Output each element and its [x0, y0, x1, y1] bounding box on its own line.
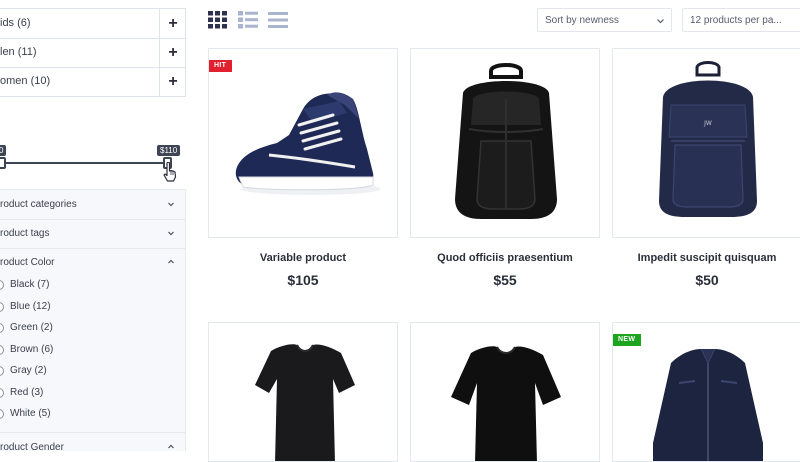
product-card[interactable]: JW	[612, 48, 800, 238]
accordion-label[interactable]: roduct Gender	[0, 442, 64, 453]
expand-plus-icon[interactable]: +	[159, 67, 186, 96]
color-option-label[interactable]: Green (2)	[10, 322, 53, 333]
sort-select[interactable]: Sort by newness	[537, 8, 672, 32]
accordion-product-color[interactable]: roduct Color Black (7) Blue (12) Green (…	[0, 248, 185, 433]
category-item-women[interactable]: omen (10) +	[0, 67, 185, 96]
product-card[interactable]: NEW	[612, 322, 800, 462]
expand-plus-icon[interactable]: +	[159, 9, 186, 38]
sidebar: ids (6) + len (11) + omen (10) + 0 $110 …	[0, 0, 186, 453]
category-label[interactable]: omen (10)	[0, 75, 50, 87]
list-view-icon[interactable]	[238, 11, 258, 29]
product-price: $55	[493, 272, 517, 288]
color-option-label[interactable]: Blue (12)	[10, 301, 51, 312]
radio-button[interactable]	[0, 323, 4, 333]
navy-backpack-image[interactable]: JW	[613, 49, 800, 238]
product-card[interactable]	[208, 322, 398, 462]
color-option-label[interactable]: Gray (2)	[10, 365, 47, 376]
accordion-product-gender[interactable]: roduct Gender	[0, 433, 185, 462]
radio-button[interactable]	[0, 301, 4, 312]
product-price: $105	[287, 272, 319, 288]
color-option-label[interactable]: Brown (6)	[10, 344, 53, 355]
accordion-label[interactable]: roduct tags	[0, 228, 49, 239]
filter-panel: roduct categories roduct tags roduct Col…	[0, 189, 186, 453]
product-name[interactable]: Quod officiis praesentium	[410, 252, 600, 264]
product-card[interactable]	[410, 48, 600, 238]
chevron-up-icon[interactable]	[166, 257, 176, 267]
per-page-select[interactable]: 12 products per pa...	[682, 8, 800, 32]
category-item-kids[interactable]: ids (6) +	[0, 9, 185, 39]
per-page-select-value[interactable]: 12 products per pa...	[690, 15, 782, 26]
product-card[interactable]	[410, 322, 600, 462]
chevron-up-icon[interactable]	[166, 442, 176, 452]
sneaker-image[interactable]	[209, 49, 398, 238]
product-name[interactable]: Variable product	[208, 252, 398, 264]
womens-tshirt-image[interactable]	[209, 323, 398, 462]
product-name[interactable]: Impedit suscipit quisquam	[612, 252, 800, 264]
hand-cursor-icon	[163, 162, 177, 182]
price-max-tooltip: $110	[157, 145, 181, 156]
black-backpack-image[interactable]	[411, 49, 600, 238]
expand-plus-icon[interactable]: +	[159, 38, 186, 67]
sort-select-value[interactable]: Sort by newness	[545, 15, 619, 26]
hit-badge: HIT	[209, 60, 233, 72]
mens-tshirt-image[interactable]	[411, 323, 600, 462]
radio-button[interactable]	[0, 366, 4, 376]
accordion-label[interactable]: roduct Color	[0, 257, 54, 268]
grid-view-icon[interactable]	[208, 11, 228, 29]
radio-button[interactable]	[0, 409, 4, 419]
radio-button[interactable]	[0, 280, 4, 290]
product-price: $50	[695, 272, 719, 288]
new-badge: NEW	[613, 334, 642, 346]
svg-text:JW: JW	[703, 120, 712, 127]
radio-button[interactable]	[0, 387, 4, 398]
color-option-label[interactable]: Black (7)	[10, 279, 49, 290]
compact-list-icon[interactable]	[268, 11, 288, 29]
product-card[interactable]: HIT	[208, 48, 398, 238]
price-slider-track[interactable]	[0, 162, 170, 164]
color-option-label[interactable]: White (5)	[10, 408, 51, 419]
accordion-product-categories[interactable]: roduct categories	[0, 190, 185, 220]
color-option-label[interactable]: Red (3)	[10, 387, 43, 398]
category-label[interactable]: ids (6)	[0, 17, 31, 29]
price-min-tooltip: 0	[0, 145, 7, 156]
chevron-down-icon[interactable]	[166, 228, 176, 238]
price-min-handle[interactable]	[0, 157, 6, 169]
price-filter: 0 $110	[0, 118, 185, 188]
chevron-down-icon[interactable]	[166, 199, 176, 209]
category-item-men[interactable]: len (11) +	[0, 38, 185, 68]
chevron-down-icon[interactable]	[656, 17, 665, 25]
accordion-product-tags[interactable]: roduct tags	[0, 219, 185, 249]
radio-button[interactable]	[0, 344, 4, 355]
category-label[interactable]: len (11)	[0, 46, 36, 58]
accordion-label[interactable]: roduct categories	[0, 199, 77, 210]
category-list: ids (6) + len (11) + omen (10) +	[0, 8, 186, 97]
